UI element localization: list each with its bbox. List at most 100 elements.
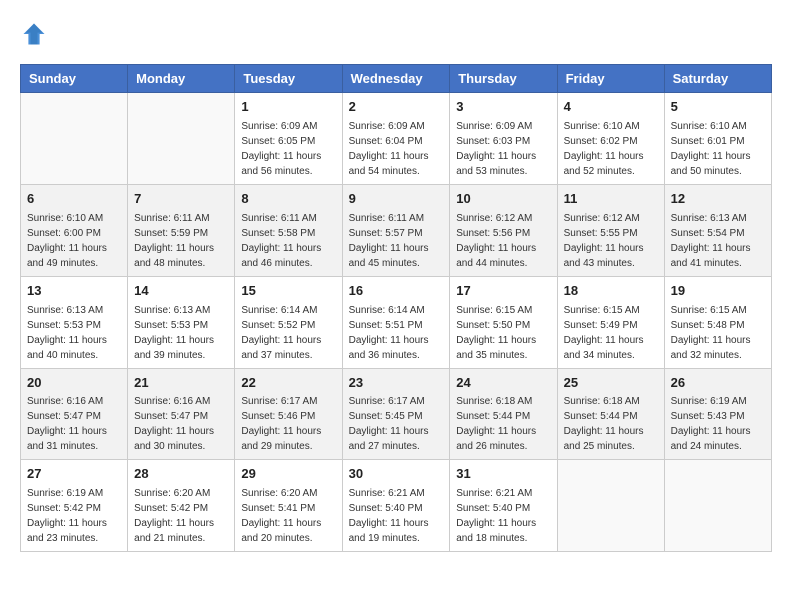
day-info: Sunrise: 6:20 AMSunset: 5:41 PMDaylight:… [241, 486, 335, 546]
day-info: Sunrise: 6:19 AMSunset: 5:42 PMDaylight:… [27, 486, 121, 546]
calendar-cell: 20Sunrise: 6:16 AMSunset: 5:47 PMDayligh… [21, 368, 128, 460]
calendar-cell [664, 460, 771, 552]
day-number: 12 [671, 190, 765, 209]
calendar-cell: 9 Sunrise: 6:11 AMSunset: 5:57 PMDaylight… [342, 184, 450, 276]
calendar-header: SundayMondayTuesdayWednesdayThursdayFrid… [21, 65, 772, 93]
day-info: Sunrise: 6:18 AMSunset: 5:44 PMDaylight:… [456, 394, 550, 454]
day-number: 11 [564, 190, 658, 209]
calendar-cell: 3 Sunrise: 6:09 AMSunset: 6:03 PMDaylight… [450, 93, 557, 185]
calendar-cell: 11 Sunrise: 6:12 AMSunset: 5:55 PMDayligh… [557, 184, 664, 276]
weekday-header: Friday [557, 65, 664, 93]
day-number: 8 [241, 190, 335, 209]
day-number: 31 [456, 465, 550, 484]
calendar-cell: 22Sunrise: 6:17 AMSunset: 5:46 PMDayligh… [235, 368, 342, 460]
calendar-cell: 30Sunrise: 6:21 AMSunset: 5:40 PMDayligh… [342, 460, 450, 552]
calendar-cell: 18Sunrise: 6:15 AMSunset: 5:49 PMDayligh… [557, 276, 664, 368]
day-info: Sunrise: 6:11 AMSunset: 5:58 PMDaylight:… [241, 211, 335, 271]
calendar-cell: 23Sunrise: 6:17 AMSunset: 5:45 PMDayligh… [342, 368, 450, 460]
day-number: 5 [671, 98, 765, 117]
day-number: 21 [134, 374, 228, 393]
calendar-cell [128, 93, 235, 185]
calendar-cell: 2 Sunrise: 6:09 AMSunset: 6:04 PMDaylight… [342, 93, 450, 185]
weekday-header: Sunday [21, 65, 128, 93]
weekday-header: Thursday [450, 65, 557, 93]
day-number: 17 [456, 282, 550, 301]
calendar-cell: 26Sunrise: 6:19 AMSunset: 5:43 PMDayligh… [664, 368, 771, 460]
day-number: 30 [349, 465, 444, 484]
day-info: Sunrise: 6:09 AMSunset: 6:05 PMDaylight:… [241, 119, 335, 179]
day-info: Sunrise: 6:12 AMSunset: 5:55 PMDaylight:… [564, 211, 658, 271]
calendar-cell: 16Sunrise: 6:14 AMSunset: 5:51 PMDayligh… [342, 276, 450, 368]
day-info: Sunrise: 6:15 AMSunset: 5:49 PMDaylight:… [564, 303, 658, 363]
calendar-cell: 25Sunrise: 6:18 AMSunset: 5:44 PMDayligh… [557, 368, 664, 460]
calendar-cell: 14Sunrise: 6:13 AMSunset: 5:53 PMDayligh… [128, 276, 235, 368]
day-info: Sunrise: 6:12 AMSunset: 5:56 PMDaylight:… [456, 211, 550, 271]
calendar-cell: 31 Sunrise: 6:21 AMSunset: 5:40 PMDayligh… [450, 460, 557, 552]
day-number: 3 [456, 98, 550, 117]
day-number: 10 [456, 190, 550, 209]
logo [20, 20, 52, 48]
day-number: 29 [241, 465, 335, 484]
day-info: Sunrise: 6:16 AMSunset: 5:47 PMDaylight:… [27, 394, 121, 454]
day-info: Sunrise: 6:17 AMSunset: 5:46 PMDaylight:… [241, 394, 335, 454]
day-info: Sunrise: 6:09 AMSunset: 6:04 PMDaylight:… [349, 119, 444, 179]
calendar-week-row: 27 Sunrise: 6:19 AMSunset: 5:42 PMDayligh… [21, 460, 772, 552]
calendar-cell: 27 Sunrise: 6:19 AMSunset: 5:42 PMDayligh… [21, 460, 128, 552]
day-info: Sunrise: 6:13 AMSunset: 5:53 PMDaylight:… [134, 303, 228, 363]
day-number: 2 [349, 98, 444, 117]
calendar-cell: 12Sunrise: 6:13 AMSunset: 5:54 PMDayligh… [664, 184, 771, 276]
day-info: Sunrise: 6:14 AMSunset: 5:51 PMDaylight:… [349, 303, 444, 363]
calendar-cell: 7Sunrise: 6:11 AMSunset: 5:59 PMDaylight… [128, 184, 235, 276]
calendar-cell: 5 Sunrise: 6:10 AMSunset: 6:01 PMDaylight… [664, 93, 771, 185]
calendar-cell: 15 Sunrise: 6:14 AMSunset: 5:52 PMDayligh… [235, 276, 342, 368]
day-info: Sunrise: 6:21 AMSunset: 5:40 PMDaylight:… [456, 486, 550, 546]
day-number: 26 [671, 374, 765, 393]
page-header [20, 20, 772, 48]
calendar-cell: 6Sunrise: 6:10 AMSunset: 6:00 PMDaylight… [21, 184, 128, 276]
weekday-header: Wednesday [342, 65, 450, 93]
day-number: 27 [27, 465, 121, 484]
day-number: 19 [671, 282, 765, 301]
day-info: Sunrise: 6:10 AMSunset: 6:00 PMDaylight:… [27, 211, 121, 271]
day-info: Sunrise: 6:15 AMSunset: 5:48 PMDaylight:… [671, 303, 765, 363]
weekday-header: Tuesday [235, 65, 342, 93]
calendar-cell: 21Sunrise: 6:16 AMSunset: 5:47 PMDayligh… [128, 368, 235, 460]
calendar-cell [21, 93, 128, 185]
calendar-week-row: 13 Sunrise: 6:13 AMSunset: 5:53 PMDayligh… [21, 276, 772, 368]
calendar-week-row: 20Sunrise: 6:16 AMSunset: 5:47 PMDayligh… [21, 368, 772, 460]
calendar-cell: 1 Sunrise: 6:09 AMSunset: 6:05 PMDaylight… [235, 93, 342, 185]
weekday-header: Monday [128, 65, 235, 93]
day-info: Sunrise: 6:20 AMSunset: 5:42 PMDaylight:… [134, 486, 228, 546]
calendar-cell: 28Sunrise: 6:20 AMSunset: 5:42 PMDayligh… [128, 460, 235, 552]
day-number: 25 [564, 374, 658, 393]
day-info: Sunrise: 6:14 AMSunset: 5:52 PMDaylight:… [241, 303, 335, 363]
calendar-cell: 24Sunrise: 6:18 AMSunset: 5:44 PMDayligh… [450, 368, 557, 460]
calendar-cell: 17Sunrise: 6:15 AMSunset: 5:50 PMDayligh… [450, 276, 557, 368]
day-info: Sunrise: 6:13 AMSunset: 5:53 PMDaylight:… [27, 303, 121, 363]
day-info: Sunrise: 6:19 AMSunset: 5:43 PMDaylight:… [671, 394, 765, 454]
calendar-table: SundayMondayTuesdayWednesdayThursdayFrid… [20, 64, 772, 552]
day-info: Sunrise: 6:09 AMSunset: 6:03 PMDaylight:… [456, 119, 550, 179]
calendar-week-row: 1 Sunrise: 6:09 AMSunset: 6:05 PMDaylight… [21, 93, 772, 185]
calendar-cell: 4 Sunrise: 6:10 AMSunset: 6:02 PMDaylight… [557, 93, 664, 185]
day-number: 4 [564, 98, 658, 117]
day-number: 23 [349, 374, 444, 393]
day-info: Sunrise: 6:16 AMSunset: 5:47 PMDaylight:… [134, 394, 228, 454]
calendar-cell: 29 Sunrise: 6:20 AMSunset: 5:41 PMDayligh… [235, 460, 342, 552]
calendar-week-row: 6Sunrise: 6:10 AMSunset: 6:00 PMDaylight… [21, 184, 772, 276]
day-number: 15 [241, 282, 335, 301]
logo-icon [20, 20, 48, 48]
day-info: Sunrise: 6:11 AMSunset: 5:59 PMDaylight:… [134, 211, 228, 271]
day-info: Sunrise: 6:10 AMSunset: 6:02 PMDaylight:… [564, 119, 658, 179]
calendar-cell: 10 Sunrise: 6:12 AMSunset: 5:56 PMDayligh… [450, 184, 557, 276]
day-number: 22 [241, 374, 335, 393]
calendar-cell: 8 Sunrise: 6:11 AMSunset: 5:58 PMDaylight… [235, 184, 342, 276]
day-info: Sunrise: 6:17 AMSunset: 5:45 PMDaylight:… [349, 394, 444, 454]
day-info: Sunrise: 6:11 AMSunset: 5:57 PMDaylight:… [349, 211, 444, 271]
day-number: 9 [349, 190, 444, 209]
day-number: 13 [27, 282, 121, 301]
calendar-cell [557, 460, 664, 552]
day-number: 1 [241, 98, 335, 117]
day-number: 20 [27, 374, 121, 393]
day-info: Sunrise: 6:10 AMSunset: 6:01 PMDaylight:… [671, 119, 765, 179]
